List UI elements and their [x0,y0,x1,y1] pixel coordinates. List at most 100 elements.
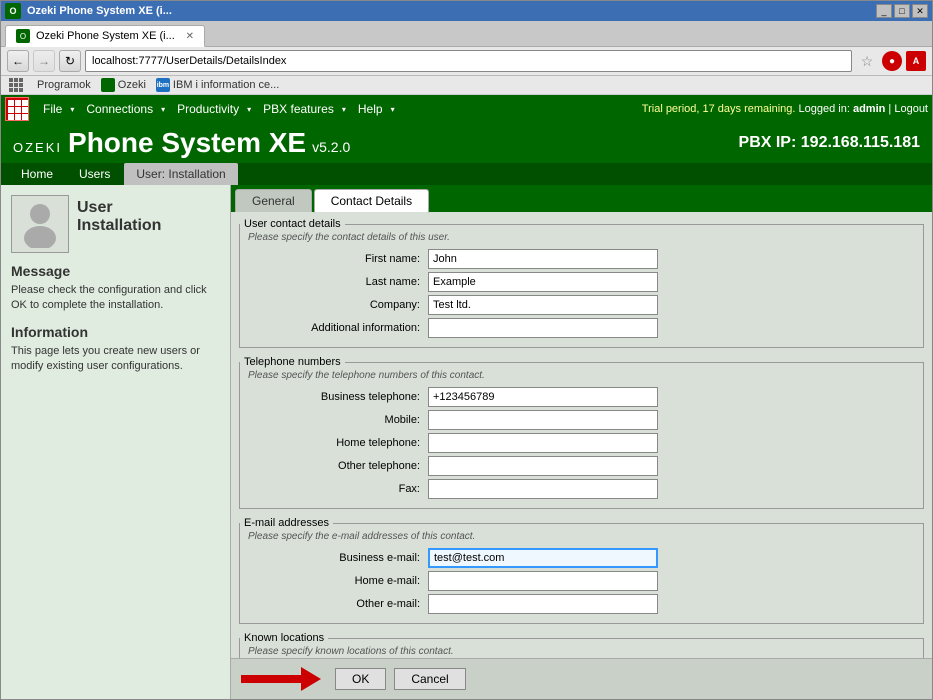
menu-item-file-arrow: ▾ [70,105,74,114]
other-phone-label: Other telephone: [248,460,428,472]
pbx-ip-display: PBX IP: 192.168.115.181 [739,134,920,152]
lastname-input[interactable] [428,272,658,292]
ozeki-bookmark-icon [101,78,115,92]
back-button[interactable]: ← [7,50,29,72]
ok-button[interactable]: OK [335,668,386,690]
home-email-input[interactable] [428,571,658,591]
arrow-indicator [241,665,321,693]
locations-hint: Please specify known locations of this c… [248,646,915,657]
nav-home[interactable]: Home [9,163,65,185]
main-layout: User Installation Message Please check t… [1,185,932,699]
telephone-legend: Telephone numbers [240,356,345,368]
tab-close-icon[interactable]: ✕ [186,31,194,42]
tab-favicon: O [16,29,30,43]
menu-item-help[interactable]: Help [350,100,391,118]
bookmark-ibm[interactable]: ibm IBM i information ce... [156,78,279,92]
form-row-mobile: Mobile: [248,410,915,430]
telephone-body: Please specify the telephone numbers of … [240,368,923,508]
contact-details-section: User contact details Please specify the … [239,218,924,348]
contact-details-body: Please specify the contact details of th… [240,230,923,347]
user-title-block: User Installation [77,195,161,235]
tab-contact-details[interactable]: Contact Details [314,189,429,213]
bookmark-ozeki[interactable]: Ozeki [101,78,146,92]
address-input[interactable] [85,50,852,72]
pbx-ip-value: 192.168.115.181 [801,134,920,151]
apps-icon[interactable] [9,78,23,92]
mobile-input[interactable] [428,410,658,430]
company-input[interactable] [428,295,658,315]
biz-email-input[interactable] [428,548,658,568]
home-phone-input[interactable] [428,433,658,453]
product-name: Phone System XE [68,129,306,157]
other-email-label: Other e-mail: [248,598,428,610]
form-row-firstname: First name: [248,249,915,269]
cancel-button[interactable]: Cancel [394,668,465,690]
window-controls[interactable]: _ □ ✕ [876,4,928,18]
menu-logo [5,97,29,121]
reload-button[interactable]: ↻ [59,50,81,72]
maximize-button[interactable]: □ [894,4,910,18]
form-row-company: Company: [248,295,915,315]
menu-item-help-arrow: ▾ [391,105,395,114]
form-row-home-phone: Home telephone: [248,433,915,453]
app-menubar: File ▾ Connections ▾ Productivity ▾ PBX … [1,95,932,123]
browser-window: O Ozeki Phone System XE (i... _ □ ✕ O Oz… [0,0,933,700]
biz-phone-input[interactable] [428,387,658,407]
fax-input[interactable] [428,479,658,499]
home-email-label: Home e-mail: [248,575,428,587]
menu-item-connections-arrow: ▾ [161,105,165,114]
browser-controls-bar: ← → ↻ ☆ ● A [1,47,932,76]
fax-label: Fax: [248,483,428,495]
window-title: Ozeki Phone System XE (i... [27,5,172,17]
close-button[interactable]: ✕ [912,4,928,18]
menubar-right: Trial period, 17 days remaining. Logged … [642,103,928,115]
menu-item-file[interactable]: File [35,100,70,118]
form-area: User contact details Please specify the … [231,212,932,658]
pbx-ip-label: PBX IP: [739,134,797,151]
avatar-silhouette [20,200,60,248]
form-row-other-phone: Other telephone: [248,456,915,476]
ext-icon: A [906,51,926,71]
other-email-input[interactable] [428,594,658,614]
additional-input[interactable] [428,318,658,338]
biz-phone-label: Business telephone: [248,391,428,403]
email-legend: E-mail addresses [240,517,333,529]
trial-notice: Trial period, 17 days remaining. [642,103,796,115]
tab-general[interactable]: General [235,189,312,213]
firstname-input[interactable] [428,249,658,269]
star-icon[interactable]: ☆ [856,50,878,72]
mobile-label: Mobile: [248,414,428,426]
active-tab[interactable]: O Ozeki Phone System XE (i... ✕ [5,25,205,47]
bookmark-programok[interactable]: Programok [37,79,91,91]
info-body: This page lets you create new users or m… [11,344,220,375]
info-title: Information [11,324,220,340]
app-root: File ▾ Connections ▾ Productivity ▾ PBX … [1,95,932,699]
logout-link[interactable]: Logout [894,103,928,115]
nav-user-installation[interactable]: User: Installation [124,163,237,185]
form-row-home-email: Home e-mail: [248,571,915,591]
sidebar-info-section: Information This page lets you create ne… [11,324,220,375]
contact-details-legend: User contact details [240,218,345,230]
ibm-bookmark-icon: ibm [156,78,170,92]
locations-section: Known locations Please specify known loc… [239,632,924,658]
logged-in-user: admin [853,103,885,115]
nav-users[interactable]: Users [67,163,122,185]
app-navbar: Home Users User: Installation [1,163,932,185]
form-row-additional: Additional information: [248,318,915,338]
minimize-button[interactable]: _ [876,4,892,18]
email-section: E-mail addresses Please specify the e-ma… [239,517,924,624]
menu-item-connections[interactable]: Connections [78,100,161,118]
other-phone-input[interactable] [428,456,658,476]
title-bar: O Ozeki Phone System XE (i... _ □ ✕ [1,1,932,21]
email-body: Please specify the e-mail addresses of t… [240,529,923,623]
biz-email-label: Business e-mail: [248,552,428,564]
locations-legend: Known locations [240,632,328,644]
tab-title: Ozeki Phone System XE (i... [36,30,180,42]
additional-label: Additional information: [248,322,428,334]
forward-button[interactable]: → [33,50,55,72]
sidebar: User Installation Message Please check t… [1,185,231,699]
menu-item-productivity-arrow: ▾ [247,105,251,114]
menu-item-pbx[interactable]: PBX features [255,100,342,118]
menu-item-productivity[interactable]: Productivity [169,100,247,118]
version-label: v5.2.0 [312,139,350,155]
